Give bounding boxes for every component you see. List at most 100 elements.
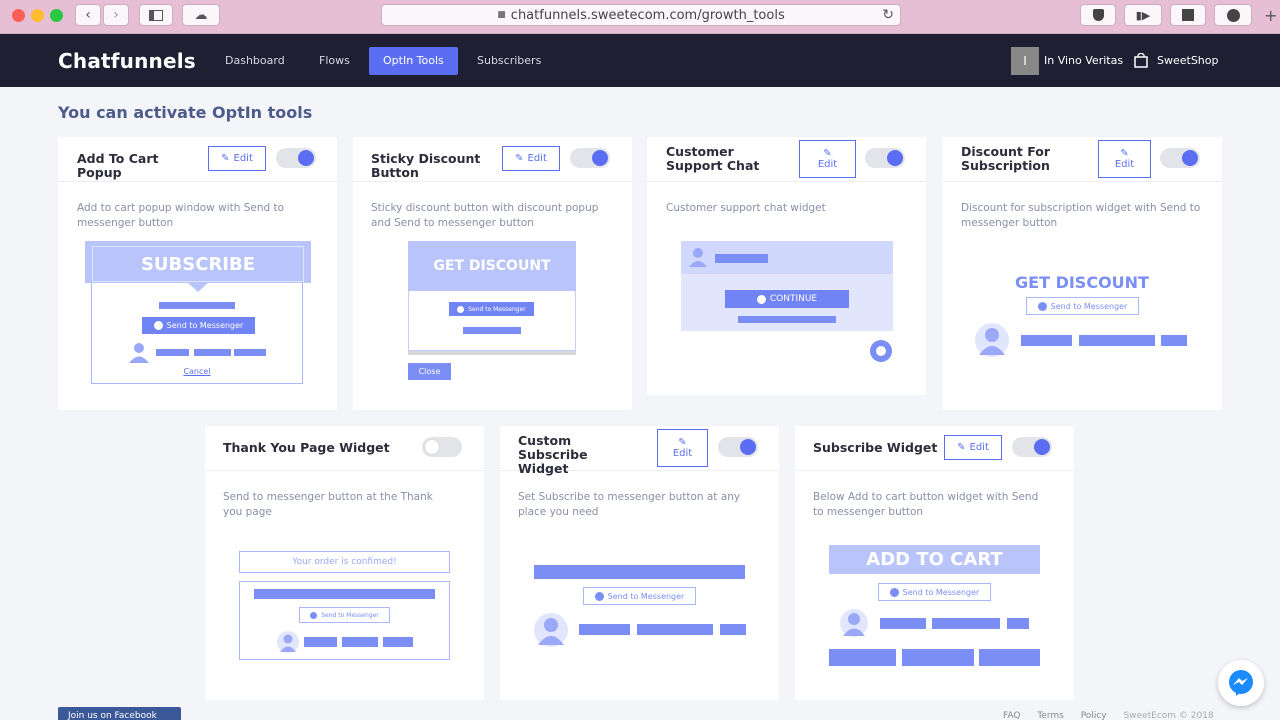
send-label: Send to Messenger	[902, 587, 980, 597]
book-icon	[1182, 9, 1194, 21]
send-to-messenger-button: Send to Messenger	[449, 302, 534, 316]
card-header: Subscribe Widget ✎ Edit	[795, 426, 1074, 471]
card-header: Sticky Discount Button ✎ Edit	[353, 137, 632, 182]
sidebar-button[interactable]	[139, 4, 173, 26]
messenger-icon	[756, 294, 766, 304]
footer-terms-link[interactable]: Terms	[1037, 711, 1064, 720]
nav-subscribers[interactable]: Subscribers	[463, 47, 555, 75]
close-window-button[interactable]	[12, 9, 25, 22]
enable-toggle[interactable]	[422, 437, 462, 457]
toggle-knob	[1034, 439, 1050, 455]
edit-button[interactable]: ✎ Edit	[944, 435, 1002, 460]
card-header: Add To Cart Popup ✎ Edit	[58, 137, 337, 182]
enable-toggle[interactable]	[1012, 437, 1052, 457]
minimize-window-button[interactable]	[31, 9, 44, 22]
avatar-icon	[689, 248, 707, 267]
card-title: Customer Support Chat	[666, 144, 760, 173]
card-title: Subscribe Widget	[813, 440, 938, 455]
card-add-to-cart-popup: Add To Cart Popup ✎ Edit Add to cart popu…	[58, 137, 337, 410]
extension-shield-button[interactable]	[1080, 4, 1116, 26]
page-title: You can activate OptIn tools	[58, 103, 313, 122]
send-to-messenger-button: Send to Messenger	[1026, 297, 1139, 315]
preview-text-bar	[1007, 618, 1029, 629]
footer-policy-link[interactable]: Policy	[1081, 711, 1107, 720]
nav-flows[interactable]: Flows	[305, 47, 364, 75]
card-description: Add to cart popup window with Send to me…	[77, 202, 285, 229]
url-text: chatfunnels.sweetecom.com/growth_tools	[510, 7, 785, 23]
preview-text-bar	[234, 349, 266, 356]
card-description: Sticky discount button with discount pop…	[371, 202, 599, 229]
toggle-knob	[424, 439, 440, 455]
card-description: Send to messenger button at the Thank yo…	[223, 491, 433, 518]
edit-label: Edit	[817, 159, 838, 170]
extension-media-button[interactable]: ▮▶	[1124, 4, 1162, 26]
edit-button[interactable]: ✎ Edit	[657, 429, 708, 467]
preview-text-bar	[304, 637, 337, 647]
shop-name[interactable]: SweetShop	[1157, 54, 1219, 67]
sidebar-icon	[149, 9, 163, 21]
preview-block	[979, 649, 1040, 666]
enable-toggle[interactable]	[865, 148, 905, 168]
enable-toggle[interactable]	[718, 437, 758, 457]
avatar-icon	[975, 323, 1009, 357]
toggle-knob	[592, 150, 608, 166]
nav-optin-tools[interactable]: OptIn Tools	[369, 47, 458, 75]
card-header: Thank You Page Widget	[205, 426, 484, 471]
browser-toolbar: ‹ › ☁ ■ chatfunnels.sweetecom.com/growth…	[0, 0, 1280, 34]
store-avatar[interactable]: I	[1011, 47, 1039, 75]
edit-button[interactable]: ✎ Edit	[799, 140, 856, 178]
downloads-button[interactable]	[1214, 4, 1252, 26]
continue-label: CONTINUE	[769, 294, 818, 304]
card-header: Customer Support Chat ✎ Edit	[647, 137, 926, 182]
new-tab-icon[interactable]: +	[1264, 6, 1277, 25]
footer-faq-link[interactable]: FAQ	[1003, 711, 1020, 720]
edit-button[interactable]: ✎ Edit	[502, 146, 560, 171]
back-button[interactable]: ‹	[75, 4, 101, 26]
nav-dashboard[interactable]: Dashboard	[211, 47, 299, 75]
messenger-icon	[153, 321, 163, 330]
facebook-label: Join us on Facebook	[68, 711, 157, 720]
chevron-right-icon: ›	[113, 7, 119, 23]
pencil-icon: ✎	[957, 442, 966, 453]
card-description: Below Add to cart button widget with Sen…	[813, 491, 1039, 518]
brand-logo[interactable]: Chatfunnels	[58, 49, 196, 73]
edit-button[interactable]: ✎ Edit	[1098, 140, 1151, 178]
icloud-button[interactable]: ☁	[182, 4, 220, 26]
toggle-knob	[740, 439, 756, 455]
card-thank-you-page-widget: Thank You Page Widget Send to messenger …	[205, 426, 484, 700]
download-icon	[1226, 8, 1240, 22]
forward-button[interactable]: ›	[103, 4, 129, 26]
enable-toggle[interactable]	[1160, 148, 1200, 168]
close-button-preview: Close	[408, 363, 451, 380]
enable-toggle[interactable]	[276, 148, 316, 168]
edit-label: Edit	[1114, 159, 1135, 170]
maximize-window-button[interactable]	[50, 9, 63, 22]
cloud-icon: ☁	[194, 7, 208, 23]
preview-text-bar	[738, 316, 836, 323]
preview-text-bar	[159, 302, 235, 309]
reload-icon[interactable]: ↻	[882, 7, 894, 23]
store-name[interactable]: In Vino Veritas	[1044, 54, 1123, 67]
preview-text-bar	[932, 618, 1000, 629]
preview-text-bar	[254, 589, 435, 599]
preview-text-bar	[383, 637, 413, 647]
facebook-join-button[interactable]: Join us on Facebook	[58, 707, 181, 720]
send-to-messenger-button: Send to Messenger	[878, 583, 991, 601]
preview-block	[829, 649, 896, 666]
edit-label: Edit	[969, 442, 989, 453]
preview-text-bar	[715, 254, 768, 263]
extension-notes-button[interactable]	[1170, 4, 1206, 26]
address-bar[interactable]: ■ chatfunnels.sweetecom.com/growth_tools…	[381, 4, 901, 26]
card-description: Set Subscribe to messenger button at any…	[518, 491, 741, 518]
enable-toggle[interactable]	[570, 148, 610, 168]
subscribe-text: SUBSCRIBE	[92, 246, 304, 282]
send-to-messenger-button: Send to Messenger	[142, 317, 255, 334]
footer-links: FAQ Terms Policy SweetEcom © 2018	[1003, 711, 1228, 720]
pencil-icon: ✎	[515, 153, 524, 164]
messenger-chat-button[interactable]	[1218, 660, 1264, 706]
edit-button[interactable]: ✎ Edit	[208, 146, 266, 171]
footer-copyright: SweetEcom © 2018	[1123, 711, 1214, 720]
continue-button-preview: CONTINUE	[725, 290, 849, 308]
card-description: Customer support chat widget	[666, 202, 826, 214]
banner-pointer	[188, 283, 208, 292]
